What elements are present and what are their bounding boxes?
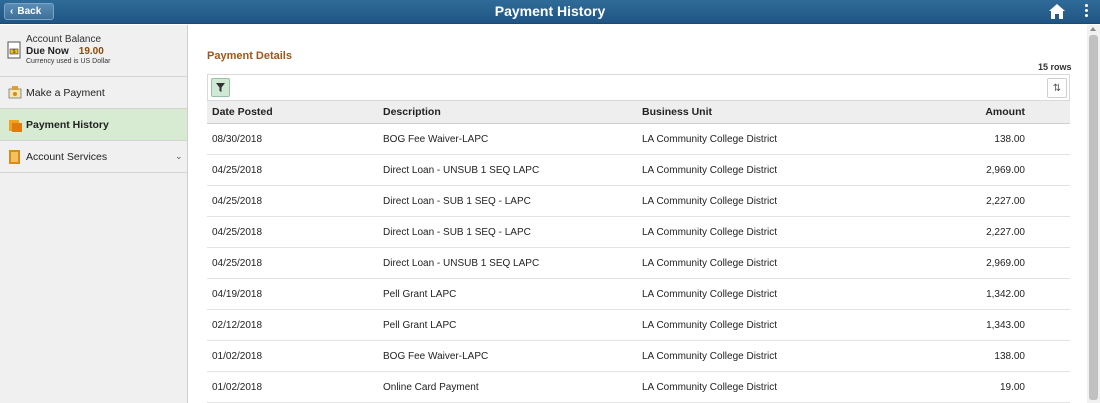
business-unit-cell: LA Community College District	[642, 185, 922, 217]
home-icon[interactable]	[1048, 3, 1066, 20]
kebab-menu-icon[interactable]	[1082, 3, 1090, 21]
vertical-scrollbar[interactable]	[1087, 25, 1100, 403]
sort-button[interactable]: ⇅	[1047, 78, 1067, 98]
table-row[interactable]: 08/30/2018 BOG Fee Waiver-LAPC LA Commun…	[207, 123, 1070, 155]
description-cell: Direct Loan - SUB 1 SEQ - LAPC	[383, 216, 642, 248]
description-cell: BOG Fee Waiver-LAPC	[383, 123, 642, 155]
description-cell: BOG Fee Waiver-LAPC	[383, 340, 642, 372]
row-count: 15 rows	[1038, 62, 1072, 72]
sidebar-item-payment-history[interactable]: Payment History	[0, 109, 187, 141]
services-icon	[8, 149, 22, 165]
account-balance-title: Account Balance	[26, 34, 102, 45]
table-header-row: Date Posted Description Business Unit Am…	[207, 100, 1070, 124]
account-balance-panel[interactable]: $ Account Balance Due Now 19.00 Currency …	[0, 25, 187, 77]
column-header-business-unit[interactable]: Business Unit	[642, 100, 922, 124]
grid-toolbar: ⇅	[207, 74, 1070, 100]
section-title: Payment Details	[207, 50, 292, 62]
filter-icon	[216, 83, 225, 92]
table-row[interactable]: 04/25/2018 Direct Loan - SUB 1 SEQ - LAP…	[207, 216, 1070, 248]
amount-cell: 138.00	[922, 123, 1070, 155]
table-row[interactable]: 04/19/2018 Pell Grant LAPC LA Community …	[207, 278, 1070, 310]
date-cell: 01/02/2018	[207, 371, 383, 403]
description-cell: Pell Grant LAPC	[383, 309, 642, 341]
business-unit-cell: LA Community College District	[642, 278, 922, 310]
svg-text:$: $	[13, 49, 16, 55]
description-cell: Direct Loan - SUB 1 SEQ - LAPC	[383, 185, 642, 217]
sidebar-item-make-payment[interactable]: Make a Payment	[0, 77, 187, 109]
date-cell: 04/25/2018	[207, 154, 383, 186]
date-cell: 04/25/2018	[207, 216, 383, 248]
page-title: Payment History	[494, 3, 606, 19]
table-row[interactable]: 04/25/2018 Direct Loan - UNSUB 1 SEQ LAP…	[207, 247, 1070, 279]
description-cell: Online Card Payment	[383, 371, 642, 403]
business-unit-cell: LA Community College District	[642, 123, 922, 155]
filter-button[interactable]	[211, 78, 230, 97]
date-cell: 04/25/2018	[207, 247, 383, 279]
payment-icon	[8, 85, 22, 101]
payment-table: Date Posted Description Business Unit Am…	[207, 100, 1070, 403]
scroll-thumb[interactable]	[1089, 35, 1098, 400]
main-content: Payment Details 15 rows ⇅ Date Posted De…	[189, 25, 1087, 403]
date-cell: 08/30/2018	[207, 123, 383, 155]
column-header-description[interactable]: Description	[383, 100, 642, 124]
business-unit-cell: LA Community College District	[642, 340, 922, 372]
account-balance-icon: $	[7, 41, 21, 59]
scroll-up-arrow-icon[interactable]	[1090, 27, 1096, 31]
description-cell: Direct Loan - UNSUB 1 SEQ LAPC	[383, 154, 642, 186]
sidebar-item-account-services[interactable]: Account Services ⌄	[0, 141, 187, 173]
table-row[interactable]: 02/12/2018 Pell Grant LAPC LA Community …	[207, 309, 1070, 341]
sidebar-item-label: Make a Payment	[26, 86, 105, 99]
amount-cell: 2,969.00	[922, 154, 1070, 186]
sidebar-item-label: Account Services	[26, 150, 108, 163]
description-cell: Direct Loan - UNSUB 1 SEQ LAPC	[383, 247, 642, 279]
due-now: Due Now 19.00	[26, 46, 104, 57]
sidebar-item-label: Payment History	[26, 118, 109, 131]
amount-cell: 2,969.00	[922, 247, 1070, 279]
date-cell: 04/19/2018	[207, 278, 383, 310]
business-unit-cell: LA Community College District	[642, 247, 922, 279]
amount-cell: 138.00	[922, 340, 1070, 372]
date-cell: 01/02/2018	[207, 340, 383, 372]
amount-cell: 1,342.00	[922, 278, 1070, 310]
chevron-down-icon[interactable]: ⌄	[175, 151, 183, 162]
amount-cell: 2,227.00	[922, 216, 1070, 248]
due-now-label: Due Now	[26, 46, 69, 57]
business-unit-cell: LA Community College District	[642, 216, 922, 248]
table-row[interactable]: 01/02/2018 BOG Fee Waiver-LAPC LA Commun…	[207, 340, 1070, 372]
sidebar: $ Account Balance Due Now 19.00 Currency …	[0, 25, 188, 403]
amount-cell: 2,227.00	[922, 185, 1070, 217]
amount-cell: 19.00	[922, 371, 1070, 403]
amount-cell: 1,343.00	[922, 309, 1070, 341]
table-row[interactable]: 04/25/2018 Direct Loan - UNSUB 1 SEQ LAP…	[207, 154, 1070, 186]
currency-note: Currency used is US Dollar	[26, 58, 111, 65]
table-row[interactable]: 04/25/2018 Direct Loan - SUB 1 SEQ - LAP…	[207, 185, 1070, 217]
header-bar: ‹ Back Payment History	[0, 0, 1100, 24]
business-unit-cell: LA Community College District	[642, 371, 922, 403]
column-header-date-posted[interactable]: Date Posted	[207, 100, 383, 124]
description-cell: Pell Grant LAPC	[383, 278, 642, 310]
date-cell: 04/25/2018	[207, 185, 383, 217]
sort-icon: ⇅	[1052, 82, 1062, 94]
business-unit-cell: LA Community College District	[642, 154, 922, 186]
column-header-amount[interactable]: Amount	[922, 100, 1070, 124]
history-icon	[8, 117, 22, 133]
table-row[interactable]: 01/02/2018 Online Card Payment LA Commun…	[207, 371, 1070, 403]
date-cell: 02/12/2018	[207, 309, 383, 341]
due-now-amount: 19.00	[78, 46, 104, 57]
business-unit-cell: LA Community College District	[642, 309, 922, 341]
